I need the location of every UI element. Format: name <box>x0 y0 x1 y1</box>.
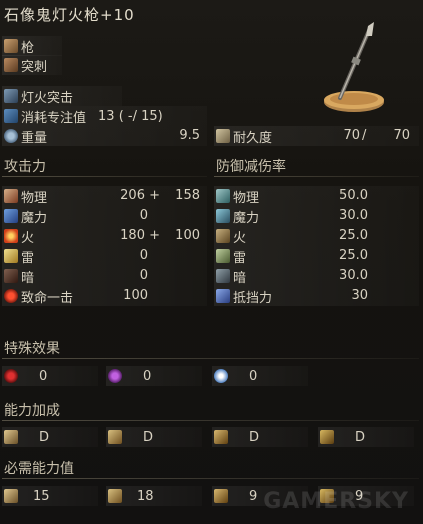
attack-type-row: 突刺 <box>4 56 47 75</box>
magic-attack-icon <box>4 209 18 223</box>
attack-row-magic: 魔力 <box>4 207 47 226</box>
watermark: GAMERSKY <box>263 489 409 514</box>
frost-icon <box>214 369 228 383</box>
fire-attack-icon <box>4 229 18 243</box>
weapon-stats-panel: 石像鬼灯火枪+10 枪 突刺 灯火突击 消耗专注值 13 ( -/ 15) 重量… <box>0 0 423 524</box>
req-dex: 18 <box>108 487 154 505</box>
stability-icon <box>216 289 230 303</box>
weapon-title: 石像鬼灯火枪+10 <box>4 6 135 24</box>
intelligence-icon <box>214 430 228 444</box>
weight-value: 9.5 <box>179 128 200 143</box>
strength-icon <box>4 430 18 444</box>
frost-row: 0 <box>214 367 257 385</box>
faith-icon <box>320 430 334 444</box>
dexterity-icon <box>108 430 122 444</box>
attack-row-lightning: 雷 <box>4 247 34 266</box>
dark-defense-icon <box>216 269 230 283</box>
strength-req-icon <box>4 489 18 503</box>
defense-row-physical: 物理 <box>216 187 259 206</box>
weight-row: 重量 <box>4 127 47 146</box>
dark-attack-icon <box>4 269 18 283</box>
defense-row-stability: 抵挡力 <box>216 287 272 306</box>
lightning-attack-icon <box>4 249 18 263</box>
scaling-int: D <box>214 428 259 446</box>
defense-row-lightning: 雷 <box>216 247 246 266</box>
critical-icon <box>4 289 18 303</box>
defense-row-magic: 魔力 <box>216 207 259 226</box>
attack-row-fire: 火 <box>4 227 34 246</box>
poison-row: 0 <box>108 367 151 385</box>
defense-header: 防御减伤率 <box>216 159 286 175</box>
weapon-type-row: 枪 <box>4 37 34 56</box>
dexterity-req-icon <box>108 489 122 503</box>
durability-icon <box>216 129 230 143</box>
fp-cost-row: 消耗专注值 13 ( -/ 15) <box>4 107 163 126</box>
weight-icon <box>4 129 18 143</box>
physical-attack-icon <box>4 189 18 203</box>
scaling-header: 能力加成 <box>4 403 60 419</box>
thrust-icon <box>4 58 18 72</box>
intelligence-req-icon <box>214 489 228 503</box>
skill-row: 灯火突击 <box>4 87 73 106</box>
fp-icon <box>4 109 18 123</box>
magic-defense-icon <box>216 209 230 223</box>
scaling-dex: D <box>108 428 153 446</box>
special-header: 特殊效果 <box>4 341 60 357</box>
durability-max: 70 <box>393 128 410 143</box>
lightning-defense-icon <box>216 249 230 263</box>
req-int: 9 <box>214 487 257 505</box>
durability-current: 70 <box>343 128 360 143</box>
skill-icon <box>4 89 18 103</box>
attack-row-physical: 物理 <box>4 187 47 206</box>
bleed-icon <box>4 369 18 383</box>
scaling-fai: D <box>320 428 365 446</box>
fp-cost-value: 13 ( -/ 15) <box>98 108 163 124</box>
attack-header: 攻击力 <box>4 159 46 175</box>
weapon-type-icon <box>4 39 18 53</box>
req-str: 15 <box>4 487 50 505</box>
weapon-image <box>324 22 384 112</box>
scaling-str: D <box>4 428 49 446</box>
attack-row-critical: 致命一击 <box>4 287 73 306</box>
attack-row-dark: 暗 <box>4 267 34 286</box>
bleed-row: 0 <box>4 367 47 385</box>
requirements-header: 必需能力值 <box>4 461 74 477</box>
fire-defense-icon <box>216 229 230 243</box>
physical-defense-icon <box>216 189 230 203</box>
durability-row: 耐久度 <box>216 127 272 146</box>
poison-icon <box>108 369 122 383</box>
defense-row-dark: 暗 <box>216 267 246 286</box>
defense-row-fire: 火 <box>216 227 246 246</box>
